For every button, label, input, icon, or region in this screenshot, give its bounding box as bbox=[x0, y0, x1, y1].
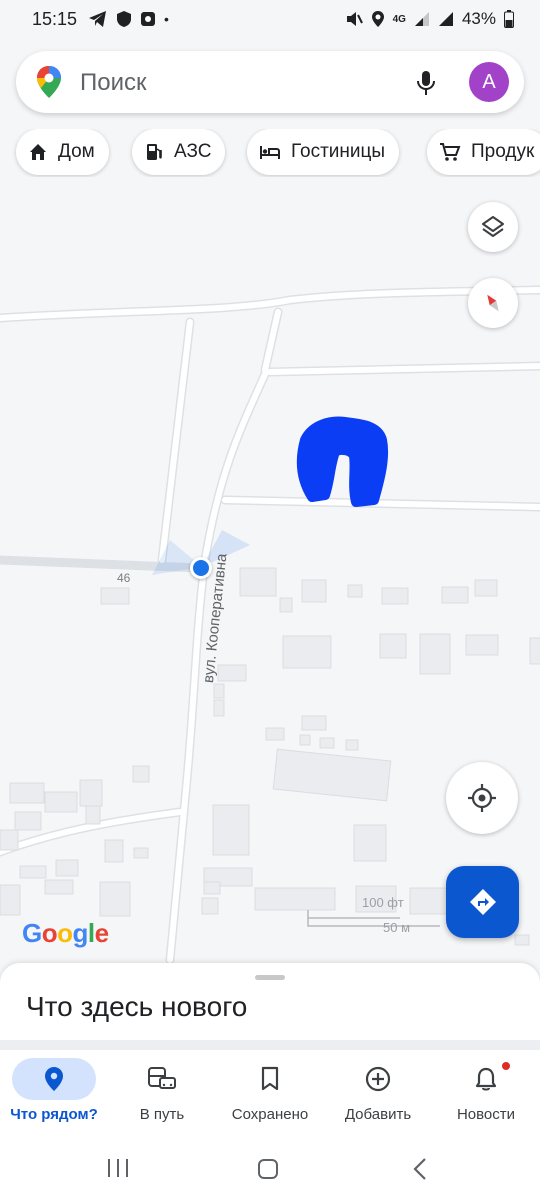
more-notifications-dot: • bbox=[164, 11, 169, 27]
commute-icon bbox=[148, 1067, 176, 1089]
gas-station-icon bbox=[147, 144, 162, 160]
bottom-navigation: Что рядом? В путь Сохранено Добавить Нов… bbox=[0, 1050, 540, 1140]
location-pin-icon bbox=[45, 1067, 63, 1091]
google-logo: Google bbox=[22, 918, 109, 948]
compass-button[interactable] bbox=[468, 278, 518, 328]
status-bar: 15:15 • 4G 43% bbox=[0, 0, 540, 40]
recent-apps-icon[interactable] bbox=[106, 1157, 130, 1179]
scale-label-imperial: 100 фт bbox=[362, 895, 404, 910]
network-type: 4G bbox=[392, 13, 406, 25]
nav-commute[interactable]: В путь bbox=[108, 1050, 216, 1140]
directions-button[interactable] bbox=[446, 866, 519, 938]
telegram-icon bbox=[89, 11, 106, 27]
crosshair-icon bbox=[468, 784, 496, 812]
current-location-marker bbox=[190, 557, 212, 579]
add-circle-icon bbox=[365, 1066, 391, 1092]
layers-button[interactable] bbox=[468, 202, 518, 252]
app-notification-icon bbox=[141, 12, 155, 26]
chip-label: Продук bbox=[471, 141, 535, 162]
nav-label: Добавить bbox=[344, 1106, 412, 1123]
home-button-icon[interactable] bbox=[256, 1157, 280, 1181]
signal-icon bbox=[414, 12, 429, 26]
home-icon bbox=[30, 144, 46, 160]
chip-label: Гостиницы bbox=[291, 141, 386, 162]
chip-label: Дом bbox=[58, 141, 95, 162]
compass-icon bbox=[487, 294, 499, 312]
nav-icon-container bbox=[120, 1058, 204, 1100]
shield-icon bbox=[117, 11, 131, 27]
nav-icon-container bbox=[336, 1058, 420, 1100]
signal-icon-2 bbox=[438, 12, 453, 26]
nav-updates[interactable]: Новости bbox=[432, 1050, 540, 1140]
nav-saved[interactable]: Сохранено bbox=[216, 1050, 324, 1140]
search-bar[interactable]: Поиск A bbox=[16, 51, 524, 113]
nav-contribute[interactable]: Добавить bbox=[324, 1050, 432, 1140]
battery-percent: 43% bbox=[461, 9, 496, 28]
nav-icon-container bbox=[228, 1058, 312, 1100]
chip-label: АЗС bbox=[174, 141, 212, 162]
chip-home[interactable]: Дом bbox=[16, 129, 109, 175]
status-right: 4G 43% bbox=[345, 9, 514, 29]
whats-new-sheet[interactable]: Что здесь нового bbox=[0, 963, 540, 1040]
chip-hotels[interactable]: Гостиницы bbox=[247, 129, 400, 175]
google-maps-pin-icon bbox=[37, 66, 61, 98]
system-navigation-bar bbox=[0, 1140, 540, 1200]
nav-label: Сохранено bbox=[231, 1106, 309, 1123]
shopping-cart-icon bbox=[440, 143, 461, 161]
layers-icon bbox=[482, 216, 504, 237]
nav-label: В путь bbox=[139, 1106, 185, 1123]
bookmark-icon bbox=[261, 1066, 279, 1091]
category-chips: Дом АЗС Гостиницы Продук bbox=[0, 129, 540, 177]
mute-icon bbox=[346, 12, 363, 26]
directions-icon bbox=[469, 889, 496, 915]
hotel-icon bbox=[260, 146, 280, 159]
back-icon[interactable] bbox=[410, 1157, 430, 1181]
sheet-title: Что здесь нового bbox=[26, 991, 248, 1022]
nav-label: Что рядом? bbox=[10, 1106, 98, 1123]
house-number-label: 46 bbox=[117, 571, 131, 585]
chip-groceries[interactable]: Продук bbox=[427, 129, 540, 175]
status-time: 15:15 bbox=[32, 9, 78, 29]
nav-icon-container bbox=[12, 1058, 96, 1100]
nav-label: Новости bbox=[456, 1106, 516, 1123]
battery-icon bbox=[504, 10, 514, 28]
microphone-icon[interactable] bbox=[416, 70, 436, 96]
chip-gas[interactable]: АЗС bbox=[132, 129, 226, 175]
divider bbox=[0, 1040, 540, 1050]
search-input[interactable]: Поиск bbox=[80, 69, 147, 97]
bell-icon bbox=[475, 1067, 497, 1091]
nav-icon-container bbox=[444, 1058, 528, 1100]
avatar[interactable]: A bbox=[469, 62, 509, 102]
scale-label-metric: 50 м bbox=[383, 920, 411, 935]
nav-explore[interactable]: Что рядом? bbox=[0, 1050, 108, 1140]
location-status-icon bbox=[371, 11, 384, 27]
sheet-drag-handle[interactable] bbox=[255, 975, 285, 980]
my-location-button[interactable] bbox=[446, 762, 518, 834]
notification-dot bbox=[502, 1062, 510, 1070]
